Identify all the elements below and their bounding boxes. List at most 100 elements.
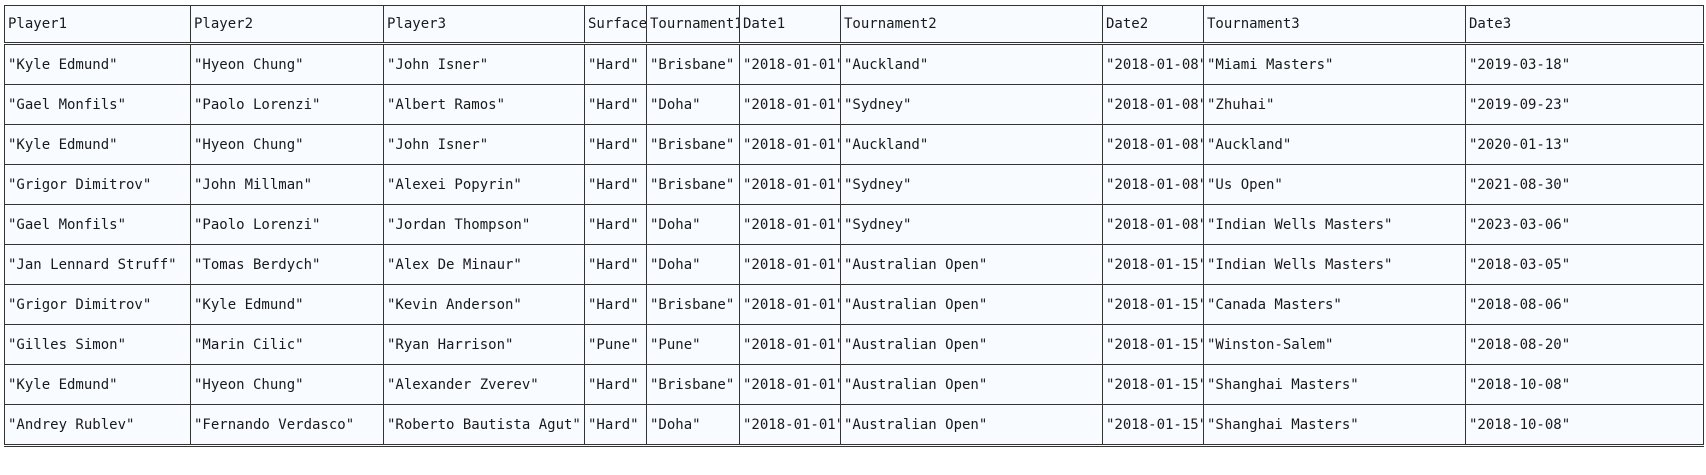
table-cell: "Sydney" [840,164,1103,205]
table-cell: "Hard" [584,204,647,245]
table-cell: "Alexei Popyrin" [383,164,585,205]
table-cell: "2018-08-06" [1465,284,1704,325]
table-cell: "Doha" [646,244,740,285]
table-cell: "Australian Open" [840,404,1103,447]
table-cell: "Australian Open" [840,324,1103,365]
table-cell: "2018-01-08" [1102,164,1204,205]
table-cell: "Kyle Edmund" [4,124,191,165]
table-cell: "2018-01-01" [739,124,841,165]
table-cell: "Hard" [584,404,647,447]
table-cell: "Andrey Rublev" [4,404,191,447]
table-cell: "Albert Ramos" [383,84,585,125]
table-cell: "Sydney" [840,84,1103,125]
table-cell: "John Isner" [383,43,585,85]
table-row: "Grigor Dimitrov" "John Millman" "Alexei P… [4,164,1704,205]
table-cell: "Gilles Simon" [4,324,191,365]
table-cell: "2018-01-01" [739,84,841,125]
table-cell: "John Millman" [190,164,384,205]
table-cell: "2020-01-13" [1465,124,1704,165]
table-cell: "2018-01-01" [739,204,841,245]
column-header: Date1 [739,5,841,45]
table-cell: "Jordan Thompson" [383,204,585,245]
table-cell: "Australian Open" [840,364,1103,405]
table-cell: "Sydney" [840,204,1103,245]
table-cell: "Kevin Anderson" [383,284,585,325]
table-cell: "Hard" [584,244,647,285]
table-cell: "Jan Lennard Struff" [4,244,191,285]
table-cell: "Kyle Edmund" [4,364,191,405]
table-cell: "2018-01-08" [1102,43,1204,85]
table-cell: "Kyle Edmund" [4,43,191,85]
column-header: Date3 [1465,5,1704,45]
column-header: Tournament3 [1203,5,1466,45]
table-body: "Kyle Edmund" "Hyeon Chung" "John Isner" "H… [4,43,1704,447]
table-cell: "Brisbane" [646,364,740,405]
table-cell: "2018-01-08" [1102,124,1204,165]
table-cell: "Gael Monfils" [4,204,191,245]
table-cell: "Australian Open" [840,244,1103,285]
table-cell: "John Isner" [383,124,585,165]
header-row: Player1 Player2 Player3 Surface Tournament1 D… [4,5,1704,45]
table-cell: "Alex De Minaur" [383,244,585,285]
table-cell: "2023-03-06" [1465,204,1704,245]
table-cell: "Paolo Lorenzi" [190,84,384,125]
data-table: Player1 Player2 Player3 Surface Tournament1 D… [4,5,1704,447]
table-cell: "2019-09-23" [1465,84,1704,125]
table-cell: "Marin Cilic" [190,324,384,365]
table-cell: "Auckland" [1203,124,1466,165]
table-cell: "2018-01-15" [1102,244,1204,285]
table-cell: "Doha" [646,404,740,447]
table-cell: "2018-01-08" [1102,84,1204,125]
table-row: "Gilles Simon" "Marin Cilic" "Ryan Harriso… [4,324,1704,365]
column-header: Player1 [4,5,191,45]
table-cell: "Hyeon Chung" [190,364,384,405]
table-cell: "Brisbane" [646,124,740,165]
column-header: Tournament1 [646,5,740,45]
table-cell: "2018-01-01" [739,284,841,325]
table-cell: "Miami Masters" [1203,43,1466,85]
table-row: "Kyle Edmund" "Hyeon Chung" "Alexander Zve… [4,364,1704,405]
table-cell: "2018-01-08" [1102,204,1204,245]
table-cell: "Canada Masters" [1203,284,1466,325]
column-header: Tournament2 [840,5,1103,45]
table-cell: "Tomas Berdych" [190,244,384,285]
table-cell: "Hard" [584,164,647,205]
table-cell: "2018-01-15" [1102,324,1204,365]
table-row: "Gael Monfils" "Paolo Lorenzi" "Albert Ram… [4,84,1704,125]
table-cell: "Doha" [646,84,740,125]
table-row: "Kyle Edmund" "Hyeon Chung" "John Isner" "H… [4,124,1704,165]
table-cell: "Indian Wells Masters" [1203,244,1466,285]
table-cell: "Fernando Verdasco" [190,404,384,447]
table-cell: "Australian Open" [840,284,1103,325]
table-row: "Gael Monfils" "Paolo Lorenzi" "Jordan Tho… [4,204,1704,245]
table-cell: "2018-01-01" [739,244,841,285]
table-cell: "Hard" [584,364,647,405]
table-cell: "Hard" [584,84,647,125]
table-cell: "2018-01-15" [1102,404,1204,447]
table-cell: "Grigor Dimitrov" [4,164,191,205]
table-row: "Grigor Dimitrov" "Kyle Edmund" "Kevin And… [4,284,1704,325]
table-cell: "Indian Wells Masters" [1203,204,1466,245]
table-cell: "2019-03-18" [1465,43,1704,85]
table-row: "Andrey Rublev" "Fernando Verdasco" "Rober… [4,404,1704,447]
table-cell: "Ryan Harrison" [383,324,585,365]
column-header: Player3 [383,5,585,45]
table-cell: "Doha" [646,204,740,245]
table-row: "Kyle Edmund" "Hyeon Chung" "John Isner" "H… [4,43,1704,85]
table-cell: "Shanghai Masters" [1203,404,1466,447]
table-cell: "2018-01-01" [739,364,841,405]
table-cell: "Brisbane" [646,43,740,85]
table-cell: "Auckland" [840,43,1103,85]
table-cell: "2018-10-08" [1465,404,1704,447]
table-cell: "Hard" [584,124,647,165]
table-cell: "Brisbane" [646,164,740,205]
table-cell: "Grigor Dimitrov" [4,284,191,325]
table-cell: "Shanghai Masters" [1203,364,1466,405]
table-cell: "Hard" [584,43,647,85]
table-cell: "Hyeon Chung" [190,124,384,165]
table-row: "Jan Lennard Struff" "Tomas Berdych" "Alex… [4,244,1704,285]
table-cell: "Winston-Salem" [1203,324,1466,365]
table-cell: "2018-01-01" [739,164,841,205]
column-header: Player2 [190,5,384,45]
table-cell: "Us Open" [1203,164,1466,205]
